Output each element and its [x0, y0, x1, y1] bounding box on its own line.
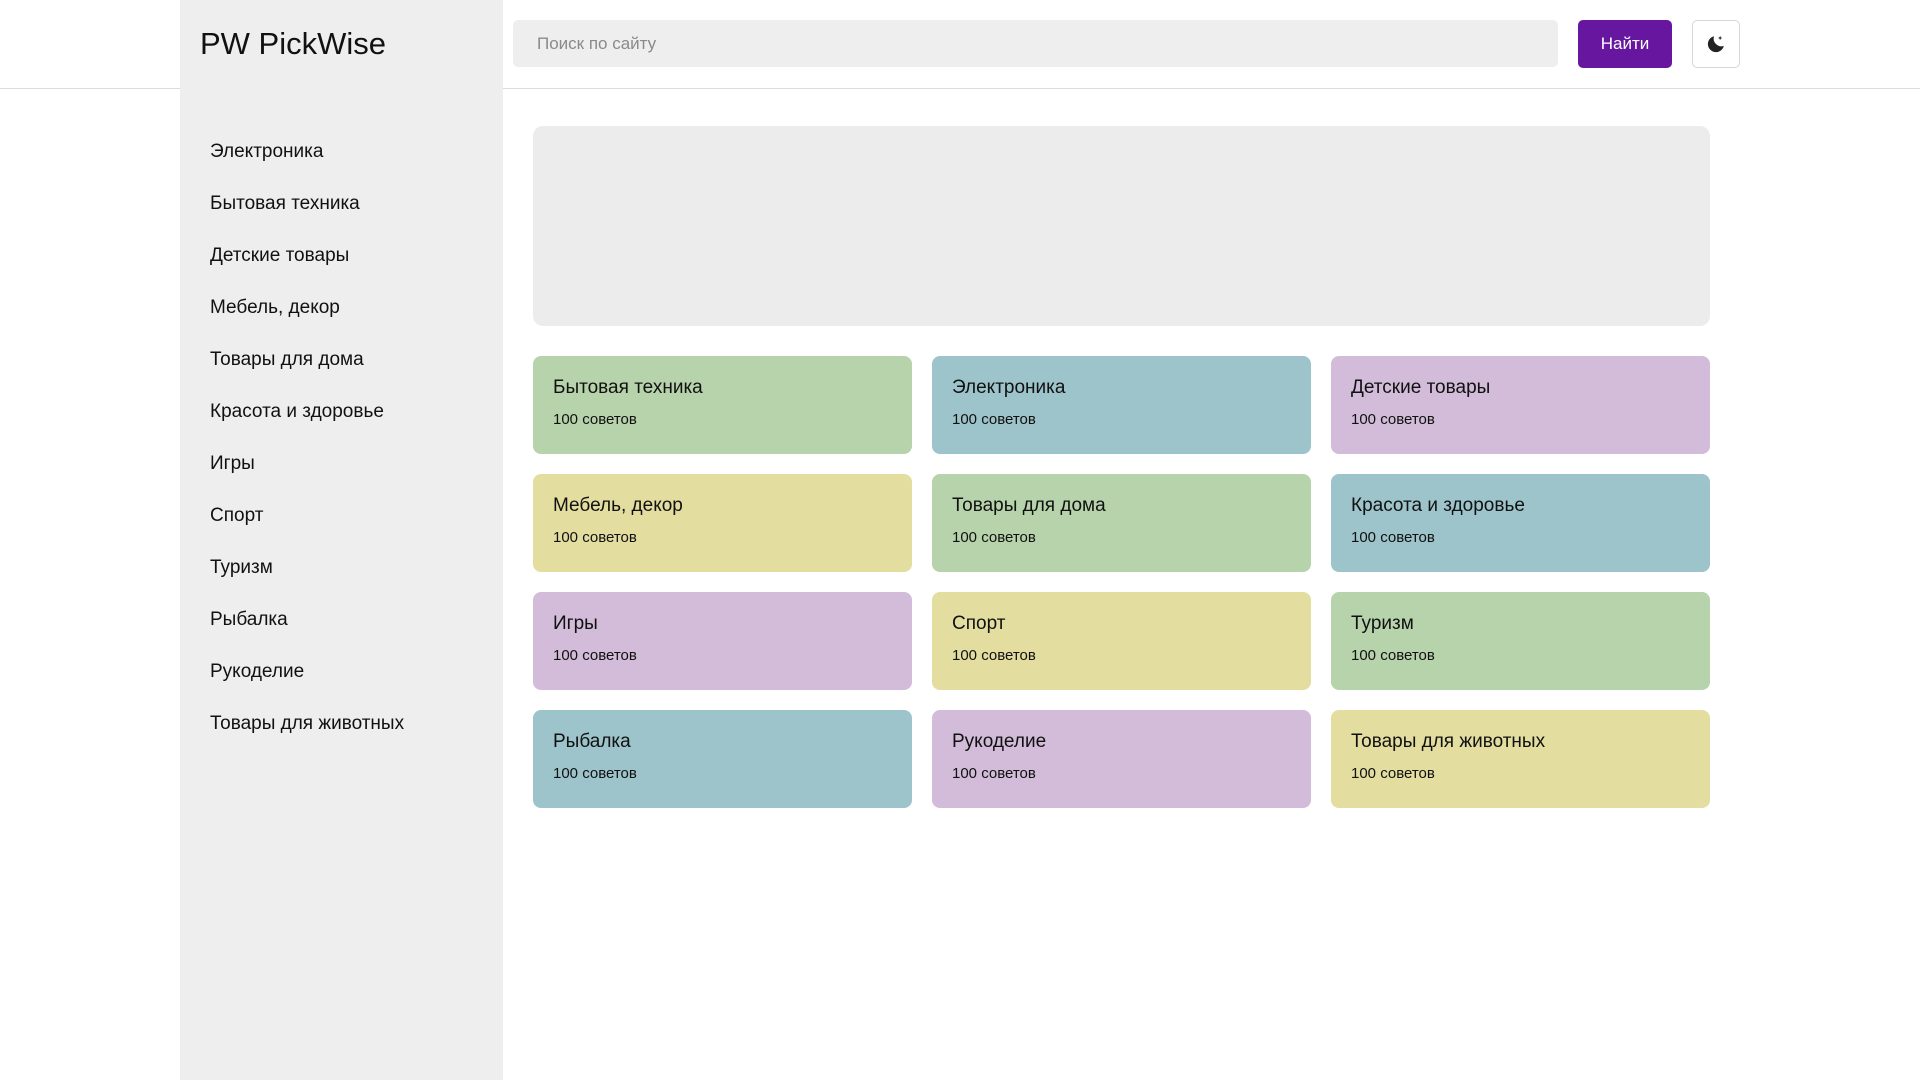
category-card-furniture[interactable]: Мебель, декор 100 советов: [533, 474, 912, 572]
category-card-title: Рыбалка: [553, 731, 631, 752]
sidebar-item-kids[interactable]: Детские товары: [180, 230, 503, 282]
category-card-tourism[interactable]: Туризм 100 советов: [1331, 592, 1710, 690]
category-card-appliances[interactable]: Бытовая техника 100 советов: [533, 356, 912, 454]
banner-placeholder: [533, 126, 1710, 326]
sidebar-item-fishing[interactable]: Рыбалка: [180, 594, 503, 646]
category-card-count: 100 советов: [952, 529, 1036, 546]
category-card-count: 100 советов: [1351, 411, 1435, 428]
category-card-home[interactable]: Товары для дома 100 советов: [932, 474, 1311, 572]
category-card-title: Туризм: [1351, 613, 1414, 634]
category-card-crafts[interactable]: Рукоделие 100 советов: [932, 710, 1311, 808]
sidebar-item-appliances[interactable]: Бытовая техника: [180, 178, 503, 230]
sidebar-item-furniture[interactable]: Мебель, декор: [180, 282, 503, 334]
category-card-title: Товары для животных: [1351, 731, 1546, 752]
category-card-count: 100 советов: [1351, 529, 1435, 546]
category-card-title: Товары для дома: [952, 495, 1106, 516]
category-card-title: Бытовая техника: [553, 377, 703, 398]
sidebar-item-beauty[interactable]: Красота и здоровье: [180, 386, 503, 438]
search-button[interactable]: Найти: [1578, 20, 1672, 68]
category-card-kids[interactable]: Детские товары 100 советов: [1331, 356, 1710, 454]
category-card-count: 100 советов: [1351, 765, 1435, 782]
theme-toggle-button[interactable]: [1692, 20, 1740, 68]
category-card-title: Красота и здоровье: [1351, 495, 1525, 516]
site-logo[interactable]: PW PickWise: [200, 24, 386, 64]
sidebar-item-electronics[interactable]: Электроника: [180, 126, 503, 178]
category-grid: Бытовая техника 100 советов Электроника …: [533, 356, 1710, 808]
sidebar-item-sport[interactable]: Спорт: [180, 490, 503, 542]
sidebar-item-home[interactable]: Товары для дома: [180, 334, 503, 386]
category-card-title: Игры: [553, 613, 598, 634]
search-input[interactable]: [513, 20, 1558, 67]
category-card-electronics[interactable]: Электроника 100 советов: [932, 356, 1311, 454]
category-card-title: Спорт: [952, 613, 1006, 634]
category-card-count: 100 советов: [553, 529, 637, 546]
category-card-count: 100 советов: [952, 765, 1036, 782]
category-card-count: 100 советов: [952, 411, 1036, 428]
sidebar-item-tourism[interactable]: Туризм: [180, 542, 503, 594]
category-card-fishing[interactable]: Рыбалка 100 советов: [533, 710, 912, 808]
category-card-games[interactable]: Игры 100 советов: [533, 592, 912, 690]
category-card-count: 100 советов: [553, 765, 637, 782]
category-card-count: 100 советов: [553, 647, 637, 664]
category-card-pets[interactable]: Товары для животных 100 советов: [1331, 710, 1710, 808]
sidebar-item-games[interactable]: Игры: [180, 438, 503, 490]
category-card-count: 100 советов: [952, 647, 1036, 664]
category-card-title: Детские товары: [1351, 377, 1491, 398]
category-card-title: Мебель, декор: [553, 495, 683, 516]
category-card-count: 100 советов: [1351, 647, 1435, 664]
category-card-count: 100 советов: [553, 411, 637, 428]
category-card-sport[interactable]: Спорт 100 советов: [932, 592, 1311, 690]
sidebar-item-crafts[interactable]: Рукоделие: [180, 646, 503, 698]
category-card-title: Электроника: [952, 377, 1066, 398]
category-card-beauty[interactable]: Красота и здоровье 100 советов: [1331, 474, 1710, 572]
category-nav: Электроника Бытовая техника Детские това…: [180, 126, 503, 750]
sidebar-item-pets[interactable]: Товары для животных: [180, 698, 503, 750]
category-card-title: Рукоделие: [952, 731, 1047, 752]
moon-icon: [1707, 35, 1724, 53]
